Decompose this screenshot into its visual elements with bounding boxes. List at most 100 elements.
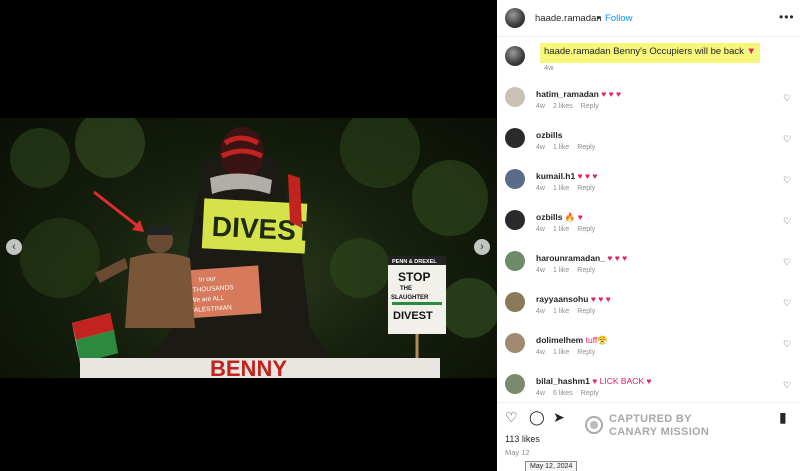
comment-row: rayyaansohu ♥ ♥ ♥ 4w 1 like Reply ♡ [505,290,795,324]
avatar[interactable] [505,87,525,107]
comment-text: ♥ LICK BACK ♥ [592,376,652,386]
date-tooltip: May 12, 2024 [525,461,578,471]
svg-text:In our: In our [199,275,217,283]
previous-photo-button[interactable]: ‹ [6,239,22,255]
post-date: May 12 [505,448,530,457]
avatar[interactable] [505,210,525,230]
comment-likes[interactable]: 1 like [553,308,569,315]
canary-mission-watermark: CAPTURED BY CANARY MISSION [585,413,725,439]
reply-button[interactable]: Reply [577,349,595,356]
comment-text: 🔥 ♥ [564,212,583,222]
comment-time: 4w [536,226,545,233]
comment-likes[interactable]: 2 likes [553,103,573,110]
reply-button[interactable]: Reply [577,185,595,192]
comment-row: ozbills 🔥 ♥ 4w 1 like Reply ♡ [505,208,795,242]
comment-row: dolimelhem tuff😤 4w 1 like Reply ♡ [505,331,795,365]
comment-username[interactable]: bilal_hashm1 [536,376,590,386]
protest-statue-photo: DIVEST In our THOUSANDS We are ALL PALES… [10,118,497,378]
comment-text: tuff😤 [585,335,608,345]
caption-username[interactable]: haade.ramadan [544,46,611,57]
comment-username[interactable]: ozbills [536,130,562,140]
watermark-line-2: CANARY MISSION [609,426,710,438]
comment-time: 4w [536,349,545,356]
comment-like-heart-icon[interactable]: ♡ [783,93,791,104]
comment-icon[interactable]: ◯ [529,409,545,426]
comment-time: 4w [536,103,545,110]
post-photo: DIVEST In our THOUSANDS We are ALL PALES… [0,118,497,378]
more-options-icon[interactable]: ••• [779,10,795,24]
comment-like-heart-icon[interactable]: ♡ [783,380,791,391]
comment-row: hatim_ramadan ♥ ♥ ♥ 4w 2 likes Reply ♡ [505,85,795,119]
next-photo-button[interactable]: › [474,239,490,255]
comment-text: ♥ ♥ ♥ [577,171,598,181]
svg-text:PENN & DREXEL: PENN & DREXEL [392,259,437,265]
comment-like-heart-icon[interactable]: ♡ [783,175,791,186]
post-actions: ♡ ◯ ➤ ▮ CAPTURED BY CANARY MISSION 113 l… [497,402,800,471]
comment-like-heart-icon[interactable]: ♡ [783,216,791,227]
comment-like-heart-icon[interactable]: ♡ [783,134,791,145]
comment-likes[interactable]: 1 like [553,144,569,151]
avatar[interactable] [505,46,525,66]
post-header: haade.ramadan • Follow ••• [497,0,800,37]
comment-text: ♥ ♥ ♥ [607,253,628,263]
comment-username[interactable]: ozbills [536,212,562,222]
comment-likes[interactable]: 1 like [553,185,569,192]
comment-username[interactable]: rayyaansohu [536,294,588,304]
avatar[interactable] [505,374,525,394]
comment-text: ♥ ♥ ♥ [601,89,622,99]
caption-time: 4w [544,63,554,72]
avatar[interactable] [505,251,525,271]
svg-text:SLAUGHTER: SLAUGHTER [391,295,429,301]
comment-like-heart-icon[interactable]: ♡ [783,257,791,268]
comment-like-heart-icon[interactable]: ♡ [783,339,791,350]
comments-panel: haade.ramadan • Follow ••• haade.ramadan… [497,0,800,471]
reply-button[interactable]: Reply [577,226,595,233]
reply-button[interactable]: Reply [581,103,599,110]
comment-likes[interactable]: 6 likes [553,390,573,397]
comment-likes[interactable]: 1 like [553,267,569,274]
svg-text:BENNY: BENNY [210,356,287,378]
comment-username[interactable]: hatim_ramadan [536,89,599,99]
follow-button[interactable]: Follow [605,13,632,24]
likes-count[interactable]: 113 likes [505,434,540,444]
stop-slaughter-sign: PENN & DREXEL STOP THE SLAUGHTER DIVEST [388,256,446,368]
header-username[interactable]: haade.ramadan [535,13,602,24]
canary-mission-logo-icon [585,416,603,434]
comment-text: ♥ ♥ ♥ [590,294,611,304]
svg-text:DIVEST: DIVEST [393,310,433,322]
comment-row: ozbills 4w 1 like Reply ♡ [505,126,795,160]
reply-button[interactable]: Reply [577,308,595,315]
like-heart-icon[interactable]: ♡ [505,409,518,426]
reply-button[interactable]: Reply [577,144,595,151]
comment-username[interactable]: dolimelhem [536,335,583,345]
comment-likes[interactable]: 1 like [553,349,569,356]
save-bookmark-icon[interactable]: ▮ [779,409,787,426]
post-media: DIVEST In our THOUSANDS We are ALL PALES… [0,0,497,471]
avatar[interactable] [505,333,525,353]
comment-username[interactable]: harounramadan_ [536,253,605,263]
comment-username[interactable]: kumail.h1 [536,171,575,181]
avatar[interactable] [505,292,525,312]
reply-button[interactable]: Reply [577,267,595,274]
caption-text: Benny's Occupiers will be back [613,46,744,57]
reply-button[interactable]: Reply [581,390,599,397]
caption-emoji: ▼ [746,46,756,57]
avatar[interactable] [505,8,525,28]
avatar[interactable] [505,128,525,148]
comment-like-heart-icon[interactable]: ♡ [783,298,791,309]
comment-time: 4w [536,308,545,315]
comment-time: 4w [536,390,545,397]
red-arrow [93,190,141,230]
separator-dot: • [597,13,601,24]
comment-time: 4w [536,185,545,192]
share-icon[interactable]: ➤ [553,409,565,426]
palestinian-sign: In our THOUSANDS We are ALL PALESTINIAN [183,265,262,319]
caption-highlight: haade.ramadan Benny's Occupiers will be … [540,43,760,63]
comment-row: kumail.h1 ♥ ♥ ♥ 4w 1 like Reply ♡ [505,167,795,201]
comment-likes[interactable]: 1 like [553,226,569,233]
comment-row: harounramadan_ ♥ ♥ ♥ 4w 1 like Reply ♡ [505,249,795,283]
watermark-line-1: CAPTURED BY [609,413,692,425]
avatar[interactable] [505,169,525,189]
svg-text:THE: THE [400,286,412,292]
comment-time: 4w [536,144,545,151]
